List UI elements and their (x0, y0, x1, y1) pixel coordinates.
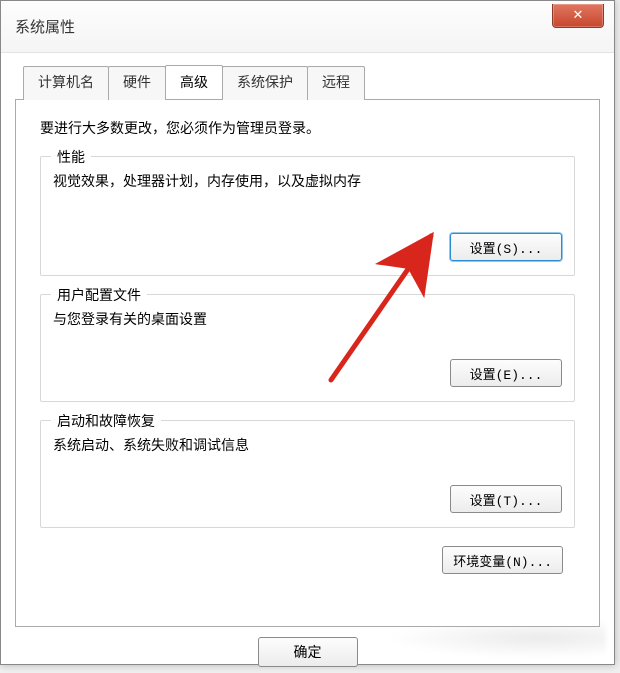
window-title: 系统属性 (15, 16, 75, 37)
startup-settings-button[interactable]: 设置(T)... (450, 485, 562, 513)
environment-variables-button[interactable]: 环境变量(N)... (442, 546, 563, 574)
group-performance-title: 性能 (51, 147, 91, 167)
group-performance-desc: 视觉效果，处理器计划，内存使用，以及虚拟内存 (53, 171, 562, 191)
group-user-profiles: 用户配置文件 与您登录有关的桌面设置 设置(E)... (40, 294, 575, 402)
close-icon: ✕ (573, 7, 584, 23)
admin-note: 要进行大多数更改，您必须作为管理员登录。 (40, 118, 575, 138)
close-button[interactable]: ✕ (552, 4, 604, 28)
system-properties-dialog: 系统属性 ✕ 计算机名 硬件 高级 系统保护 远程 要进行大多数更改，您必须作为… (0, 0, 615, 665)
tab-computer-name[interactable]: 计算机名 (23, 66, 109, 100)
tab-system-protection[interactable]: 系统保护 (222, 66, 308, 100)
tab-remote[interactable]: 远程 (307, 66, 365, 100)
titlebar: 系统属性 ✕ (1, 1, 614, 53)
profiles-settings-button[interactable]: 设置(E)... (450, 359, 562, 387)
tabstrip: 计算机名 硬件 高级 系统保护 远程 (15, 65, 600, 99)
ok-button[interactable]: 确定 (258, 637, 358, 667)
performance-settings-button[interactable]: 设置(S)... (450, 233, 562, 261)
group-startup-recovery-desc: 系统启动、系统失败和调试信息 (53, 435, 562, 455)
dialog-body: 计算机名 硬件 高级 系统保护 远程 要进行大多数更改，您必须作为管理员登录。 … (1, 53, 614, 673)
group-user-profiles-title: 用户配置文件 (51, 285, 147, 305)
tabpanel-advanced: 要进行大多数更改，您必须作为管理员登录。 性能 视觉效果，处理器计划，内存使用，… (15, 99, 600, 627)
group-user-profiles-desc: 与您登录有关的桌面设置 (53, 309, 562, 329)
group-startup-recovery: 启动和故障恢复 系统启动、系统失败和调试信息 设置(T)... (40, 420, 575, 528)
tab-hardware[interactable]: 硬件 (108, 66, 166, 100)
group-startup-recovery-title: 启动和故障恢复 (51, 411, 161, 431)
group-performance: 性能 视觉效果，处理器计划，内存使用，以及虚拟内存 设置(S)... (40, 156, 575, 276)
tab-advanced[interactable]: 高级 (165, 65, 223, 99)
